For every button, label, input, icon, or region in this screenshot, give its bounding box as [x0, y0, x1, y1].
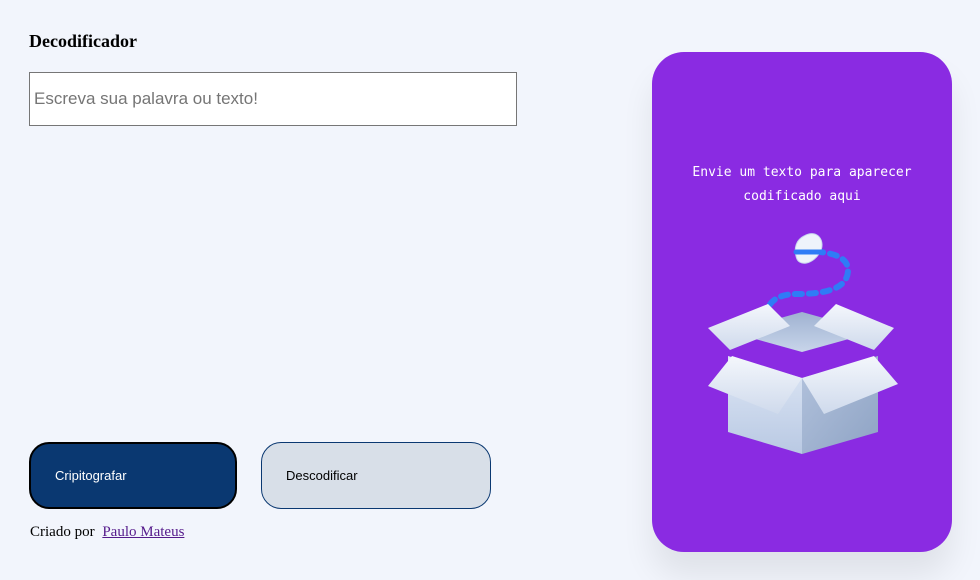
encrypt-button[interactable]: Cripitografar — [29, 442, 237, 509]
output-message: Envie um texto para aparecer codificado … — [692, 165, 912, 204]
author-link[interactable]: Paulo Mateus — [102, 524, 184, 540]
page-title: Decodificador — [29, 31, 137, 51]
open-box-icon — [708, 233, 898, 454]
output-panel: Envie um texto para aparecer codificado … — [652, 52, 952, 552]
credit-line: Criado por Paulo Mateus — [30, 524, 184, 541]
credit-label: Criado por — [30, 524, 95, 540]
decrypt-button[interactable]: Descodificar — [261, 442, 491, 509]
text-input[interactable] — [29, 72, 517, 126]
